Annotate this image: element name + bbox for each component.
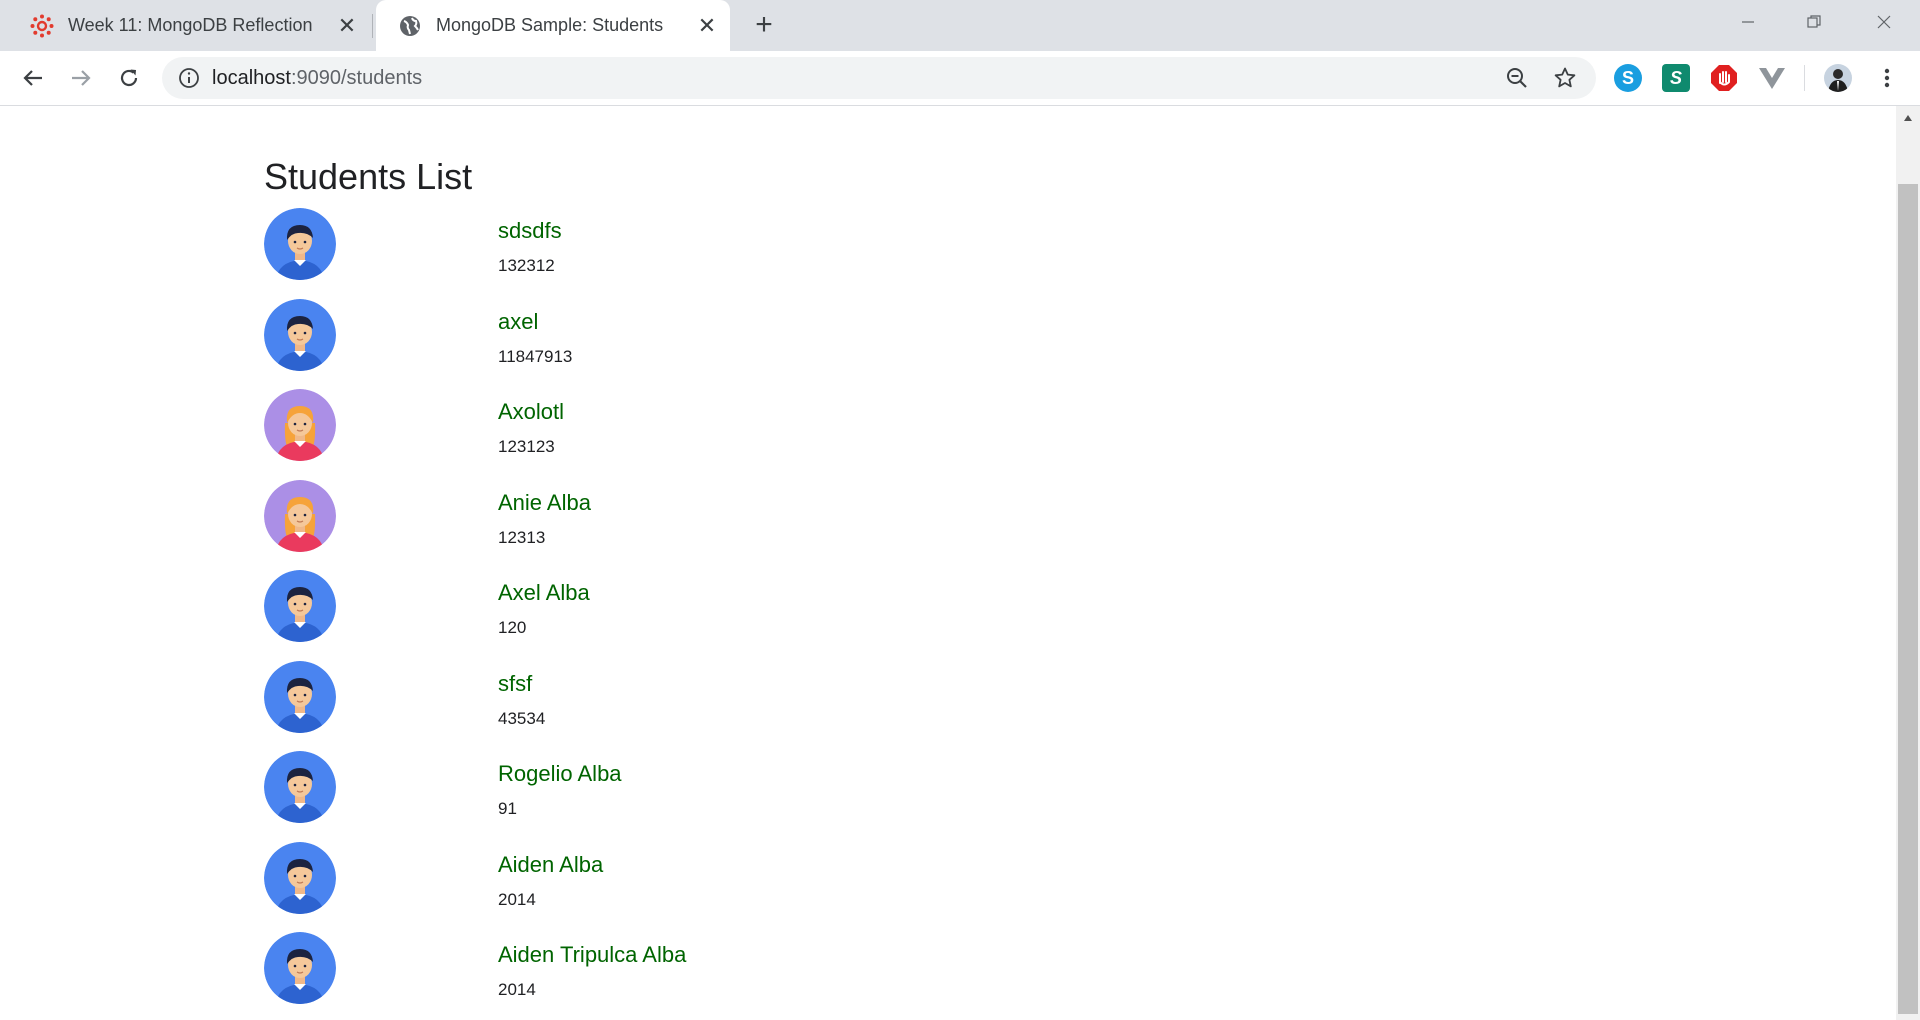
url-path: :9090/students bbox=[290, 67, 423, 89]
student-id: 91 bbox=[498, 799, 517, 818]
close-tab-icon[interactable]: ✕ bbox=[332, 11, 362, 41]
female-avatar-icon bbox=[264, 389, 336, 461]
student-name-link[interactable]: Rogelio Alba bbox=[498, 761, 622, 787]
globe-icon bbox=[398, 14, 422, 38]
back-arrow-icon bbox=[23, 70, 42, 86]
male-avatar-icon bbox=[264, 298, 336, 371]
browser-menu-icon[interactable] bbox=[1870, 61, 1904, 95]
student-list-item: Axel Alba 120 bbox=[264, 570, 864, 650]
address-bar[interactable]: localhost:9090/students bbox=[162, 57, 1596, 99]
student-id: 12313 bbox=[498, 527, 546, 547]
page-scrollbar[interactable] bbox=[1896, 106, 1920, 1020]
male-avatar-icon bbox=[264, 751, 336, 823]
tab-week11[interactable]: Week 11: MongoDB Reflection ✕ bbox=[8, 0, 370, 51]
student-list-item: sfsf 43534 bbox=[264, 660, 864, 741]
profile-avatar[interactable] bbox=[1824, 64, 1852, 92]
tab-title: Week 11: MongoDB Reflection bbox=[68, 15, 313, 35]
student-id: 43534 bbox=[498, 708, 546, 728]
close-tab-icon[interactable]: ✕ bbox=[692, 11, 722, 41]
student-list-item: Axolotl 123123 bbox=[264, 389, 864, 469]
page-title: Students List bbox=[264, 156, 473, 197]
back-button[interactable] bbox=[16, 61, 50, 95]
minimize-icon[interactable] bbox=[1716, 0, 1780, 44]
student-name-link[interactable]: Axel Alba bbox=[498, 580, 590, 606]
scroll-thumb[interactable] bbox=[1898, 184, 1918, 1014]
reload-button[interactable] bbox=[112, 61, 146, 95]
scroll-up-arrow-icon[interactable] bbox=[1896, 110, 1920, 126]
url-host: localhost bbox=[212, 67, 291, 89]
student-name-link[interactable]: Aiden Alba bbox=[498, 852, 603, 878]
student-name-link[interactable]: axel bbox=[498, 309, 538, 335]
browser-toolbar: localhost:9090/students S S bbox=[0, 51, 1920, 106]
toolbar-divider bbox=[1804, 65, 1805, 91]
close-window-icon[interactable] bbox=[1852, 0, 1916, 44]
vue-devtools-extension-icon[interactable] bbox=[1758, 64, 1786, 92]
adblock-extension-icon[interactable] bbox=[1710, 64, 1738, 92]
student-list-item: axel 11847913 bbox=[264, 298, 864, 379]
student-list-item: Anie Alba 12313 bbox=[264, 479, 864, 560]
student-id: 2014 bbox=[498, 889, 536, 909]
restore-icon[interactable] bbox=[1782, 0, 1846, 44]
male-avatar-icon bbox=[264, 841, 336, 914]
tab-strip: Week 11: MongoDB Reflection ✕ MongoDB Sa… bbox=[0, 0, 1920, 51]
tab-title: MongoDB Sample: Students bbox=[436, 15, 664, 35]
forward-arrow-icon bbox=[72, 70, 91, 86]
forward-button[interactable] bbox=[64, 61, 98, 95]
student-name-link[interactable]: sdsdfs bbox=[498, 218, 562, 244]
page-viewport: Students List sdsdfs 132312 axel 11847913 bbox=[0, 106, 1896, 1020]
student-id: 120 bbox=[498, 618, 527, 637]
new-tab-button[interactable]: + bbox=[748, 9, 780, 41]
student-name-link[interactable]: Anie Alba bbox=[498, 490, 591, 516]
canvas-logo-icon bbox=[30, 14, 54, 38]
student-id: 11847913 bbox=[498, 346, 573, 366]
student-name-link[interactable]: Aiden Tripulca Alba bbox=[498, 942, 686, 968]
male-avatar-icon bbox=[264, 660, 336, 733]
student-id: 123123 bbox=[498, 437, 555, 456]
female-avatar-icon bbox=[264, 479, 336, 552]
tab-separator bbox=[372, 14, 373, 38]
male-avatar-icon bbox=[264, 932, 336, 1004]
tab-students[interactable]: MongoDB Sample: Students ✕ bbox=[376, 0, 730, 51]
male-avatar-icon bbox=[264, 208, 336, 280]
student-list-item: Aiden Tripulca Alba 2014 bbox=[264, 932, 864, 1012]
student-list-item: Aiden Alba 2014 bbox=[264, 841, 864, 922]
student-name-link[interactable]: Axolotl bbox=[498, 399, 564, 425]
script-extension-icon[interactable]: S bbox=[1662, 64, 1690, 92]
reload-icon bbox=[120, 69, 138, 87]
male-avatar-icon bbox=[264, 570, 336, 642]
skype-extension-icon[interactable]: S bbox=[1614, 64, 1642, 92]
bookmark-star-icon[interactable] bbox=[1552, 65, 1578, 91]
student-list-item: Rogelio Alba 91 bbox=[264, 751, 864, 831]
info-icon[interactable] bbox=[178, 67, 200, 89]
url-text[interactable]: localhost:9090/students bbox=[212, 67, 422, 90]
student-id: 132312 bbox=[498, 256, 555, 275]
student-name-link[interactable]: sfsf bbox=[498, 671, 532, 697]
zoom-out-icon[interactable] bbox=[1504, 65, 1530, 91]
student-id: 2014 bbox=[498, 980, 536, 999]
student-list-item: sdsdfs 132312 bbox=[264, 208, 864, 288]
